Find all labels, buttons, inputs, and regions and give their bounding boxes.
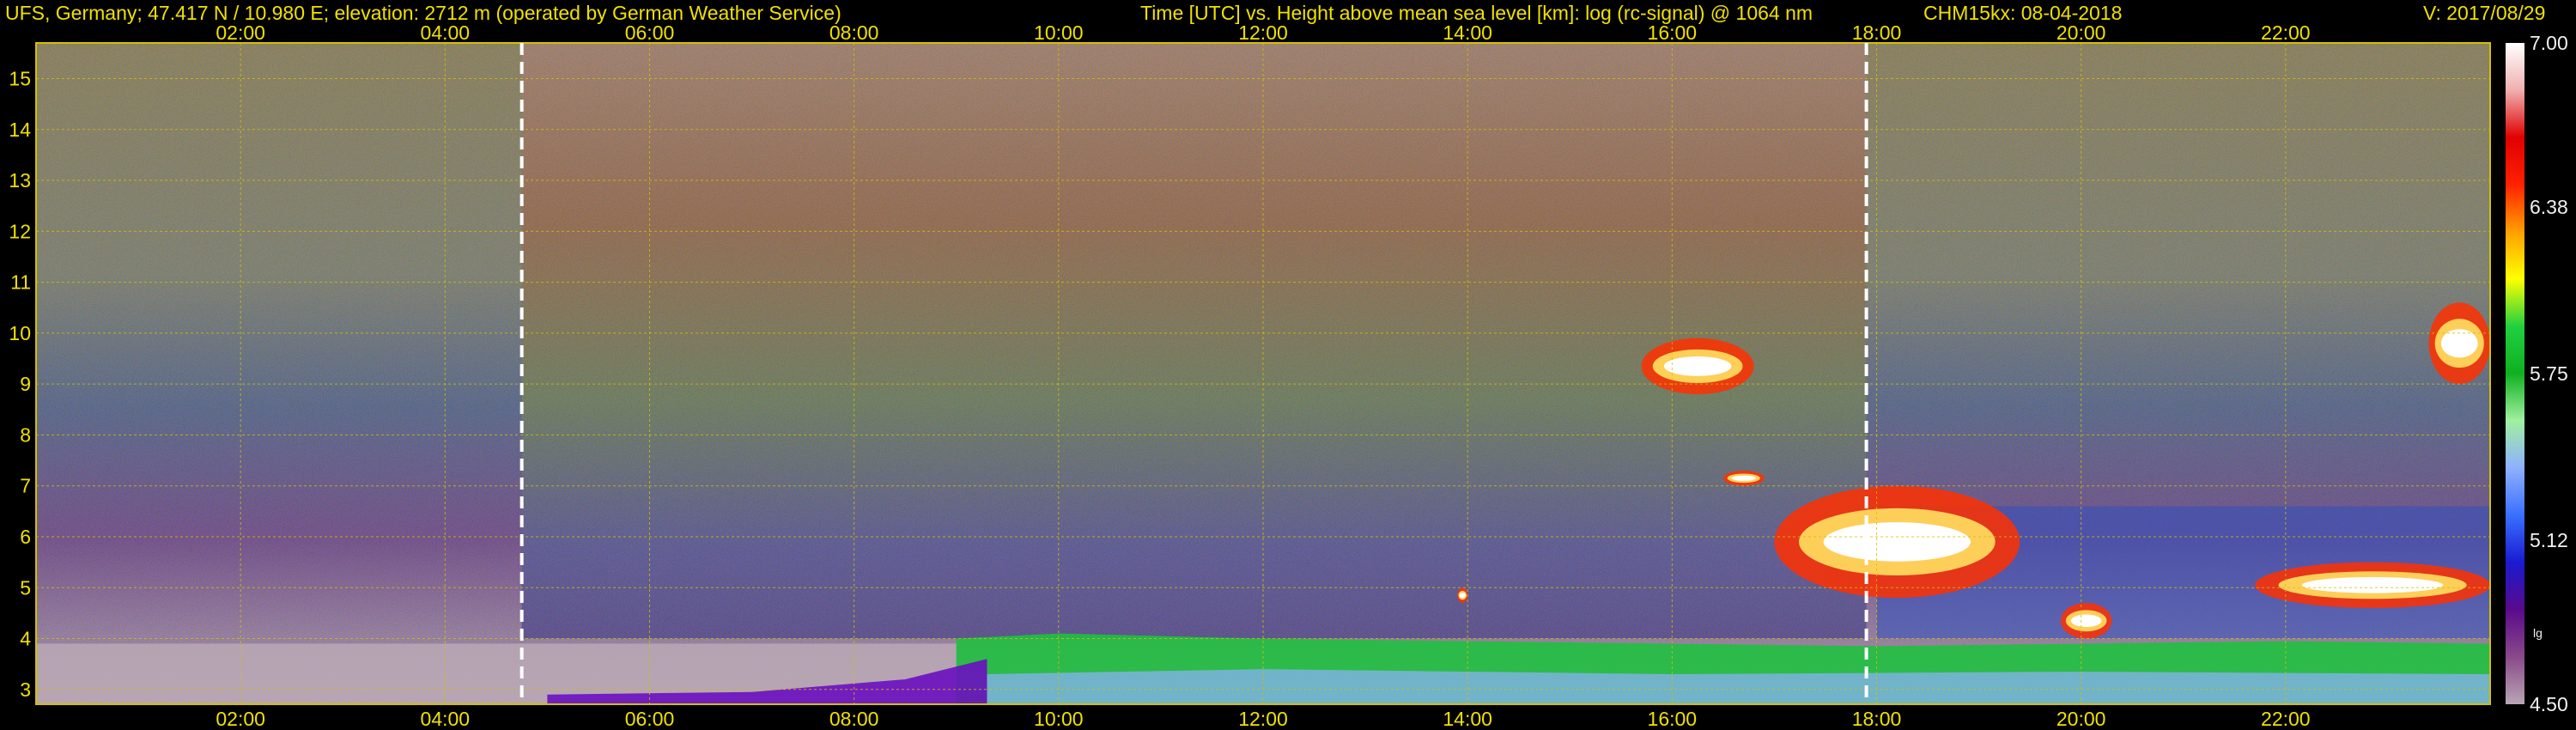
x-tick-label-bottom-3: 08:00 — [829, 708, 879, 730]
colorbar-tick-1: 6.38 — [2530, 196, 2568, 218]
instrument-date: CHM15kx: 08-04-2018 — [1923, 2, 2123, 24]
colorbar-scale — [2506, 43, 2524, 704]
y-tick-label-2: 5 — [20, 576, 31, 599]
colorbar-tick-2: 5.75 — [2530, 362, 2568, 385]
y-tick-label-11: 14 — [9, 119, 31, 141]
x-tick-label-bottom-7: 16:00 — [1648, 708, 1698, 730]
x-tick-label-bottom-0: 02:00 — [216, 708, 265, 730]
colorbar: 7.00 6.38 5.75 5.12 4.50 lg — [2506, 32, 2568, 715]
colorbar-unit: lg — [2533, 626, 2543, 640]
x-tick-label-top-4: 10:00 — [1034, 21, 1084, 44]
colorbar-tick-0: 7.00 — [2530, 32, 2568, 54]
y-tick-label-8: 11 — [10, 271, 31, 294]
y-tick-label-12: 15 — [9, 67, 31, 89]
x-tick-label-top-10: 22:00 — [2261, 21, 2311, 44]
cloud-center-2 — [1823, 522, 1971, 562]
y-tick-label-4: 7 — [20, 475, 31, 497]
y-tick-label-7: 10 — [9, 322, 31, 344]
x-tick-label-bottom-10: 22:00 — [2261, 708, 2311, 730]
x-tick-label-top-8: 18:00 — [1852, 21, 1902, 44]
y-tick-label-9: 12 — [9, 220, 31, 242]
x-tick-label-bottom-2: 06:00 — [625, 708, 675, 730]
x-tick-label-bottom-4: 10:00 — [1034, 708, 1084, 730]
x-tick-label-bottom-9: 20:00 — [2057, 708, 2106, 730]
colorbar-tick-4: 4.50 — [2530, 693, 2568, 715]
lidar-chart: 02:0002:0004:0004:0006:0006:0008:0008:00… — [9, 21, 2568, 730]
y-tick-label-1: 4 — [20, 628, 31, 650]
y-tick-label-3: 6 — [20, 526, 31, 548]
version-label: V: 2017/08/29 — [2423, 2, 2546, 24]
colorbar-tick-3: 5.12 — [2530, 529, 2568, 551]
cloud-center-4 — [2301, 576, 2444, 593]
x-tick-label-bottom-8: 18:00 — [1852, 708, 1902, 730]
chart-title: Time [UTC] vs. Height above mean sea lev… — [1140, 2, 1814, 24]
cloud-center-1 — [1731, 475, 1756, 481]
cloud-center-0 — [1663, 356, 1732, 376]
x-tick-label-bottom-6: 14:00 — [1443, 708, 1492, 730]
y-tick-label-0: 3 — [20, 678, 31, 701]
cloud-center-6 — [1459, 593, 1466, 599]
y-tick-label-6: 9 — [20, 373, 31, 395]
cloud-center-3 — [2070, 614, 2102, 628]
x-tick-label-bottom-5: 12:00 — [1238, 708, 1288, 730]
site-info: UFS, Germany; 47.417 N / 10.980 E; eleva… — [5, 2, 841, 24]
x-tick-label-bottom-1: 04:00 — [421, 708, 471, 730]
y-tick-label-10: 13 — [9, 169, 31, 192]
region-surface-layer — [987, 669, 2490, 704]
y-tick-label-5: 8 — [20, 423, 31, 446]
